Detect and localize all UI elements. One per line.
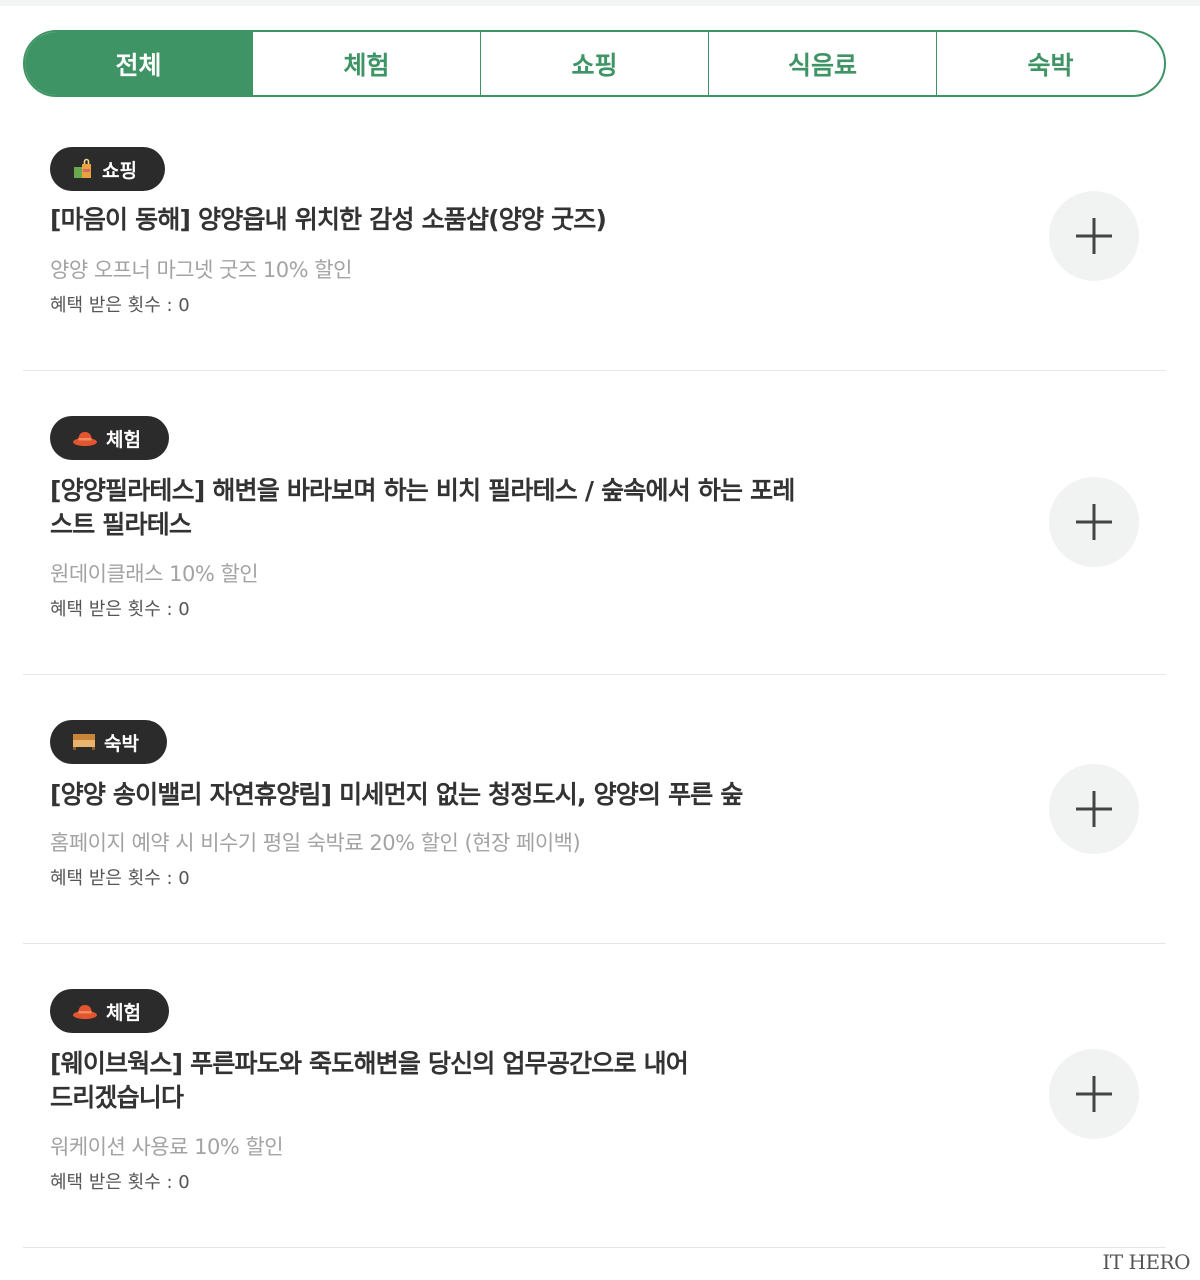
category-badge: 체험 <box>50 989 169 1033</box>
tab-experience[interactable]: 체험 <box>252 32 480 95</box>
hat-icon <box>72 428 98 448</box>
usage-count: 혜택 받은 횟수 : 0 <box>50 868 190 889</box>
plus-icon <box>1076 1076 1112 1112</box>
category-badge: 숙박 <box>50 720 167 764</box>
usage-count: 혜택 받은 횟수 : 0 <box>50 1172 190 1193</box>
benefit-item: 체험 [양양필라테스] 해변을 바라보며 하는 비치 필라테스 / 숲속에서 하… <box>23 390 1166 675</box>
item-title: [양양 송이밸리 자연휴양림] 미세먼지 없는 청정도시, 양양의 푸른 숲 <box>50 780 743 809</box>
plus-icon <box>1076 504 1112 540</box>
tab-all[interactable]: 전체 <box>25 32 252 95</box>
usage-count: 혜택 받은 횟수 : 0 <box>50 295 190 316</box>
add-button[interactable] <box>1049 764 1139 854</box>
top-divider <box>0 0 1200 6</box>
item-title: [마음이 동해] 양양읍내 위치한 감성 소품샵(양양 굿즈) <box>50 205 607 234</box>
benefit-description: 홈페이지 예약 시 비수기 평일 숙박료 20% 할인 (현장 페이백) <box>50 831 581 855</box>
plus-icon <box>1076 218 1112 254</box>
benefit-item: 체험 [웨이브웍스] 푸른파도와 죽도해변을 당신의 업무공간으로 내어드리겠습… <box>23 963 1166 1248</box>
benefit-item: 쇼핑 [마음이 동해] 양양읍내 위치한 감성 소품샵(양양 굿즈) 양양 오프… <box>23 120 1166 371</box>
watermark: IT HERO <box>1102 1250 1190 1274</box>
usage-count: 혜택 받은 횟수 : 0 <box>50 599 190 620</box>
category-badge: 체험 <box>50 416 169 460</box>
bed-icon <box>72 733 96 751</box>
item-title: [양양필라테스] 해변을 바라보며 하는 비치 필라테스 / 숲속에서 하는 포… <box>50 476 795 539</box>
category-badge: 쇼핑 <box>50 147 165 191</box>
item-title: [웨이브웍스] 푸른파도와 죽도해변을 당신의 업무공간으로 내어드리겠습니다 <box>50 1049 689 1112</box>
plus-icon <box>1076 791 1112 827</box>
tab-accommodation[interactable]: 숙박 <box>936 32 1164 95</box>
benefit-description: 양양 오프너 마그넷 굿즈 10% 할인 <box>50 258 352 282</box>
tab-food-beverage[interactable]: 식음료 <box>708 32 936 95</box>
add-button[interactable] <box>1049 477 1139 567</box>
shopping-bag-icon <box>72 158 94 180</box>
category-label: 체험 <box>106 428 141 451</box>
hat-icon <box>72 1001 98 1021</box>
category-label: 체험 <box>106 1001 141 1024</box>
add-button[interactable] <box>1049 1049 1139 1139</box>
category-label: 쇼핑 <box>102 159 137 182</box>
add-button[interactable] <box>1049 191 1139 281</box>
benefit-description: 원데이클래스 10% 할인 <box>50 562 259 586</box>
benefit-description: 워케이션 사용료 10% 할인 <box>50 1135 284 1159</box>
category-tabs: 전체 체험 쇼핑 식음료 숙박 <box>23 30 1166 97</box>
tab-shopping[interactable]: 쇼핑 <box>480 32 708 95</box>
category-label: 숙박 <box>104 732 139 755</box>
benefit-item: 숙박 [양양 송이밸리 자연휴양림] 미세먼지 없는 청정도시, 양양의 푸른 … <box>23 694 1166 944</box>
